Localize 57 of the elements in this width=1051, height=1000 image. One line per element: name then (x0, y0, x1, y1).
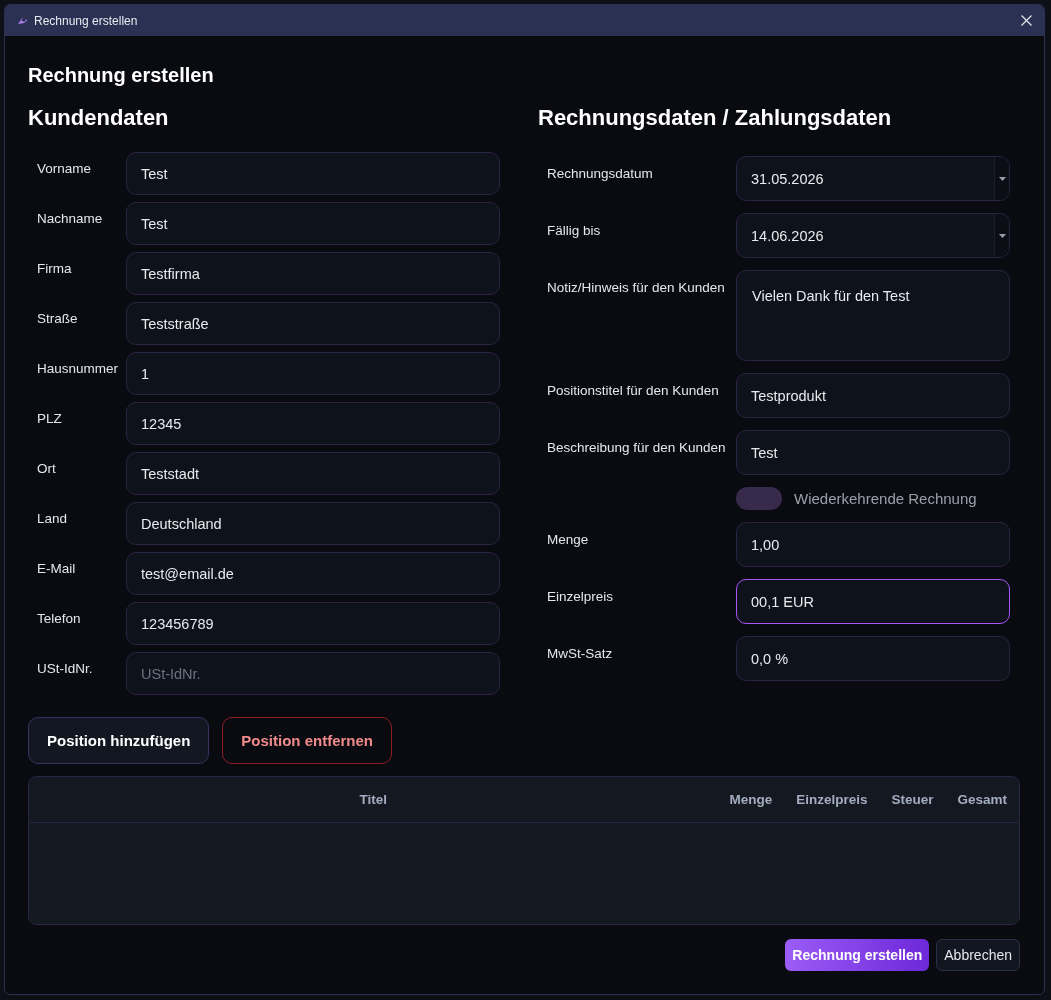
text-field[interactable]: 1,00 (736, 522, 1010, 567)
column-header[interactable]: Gesamt (945, 792, 1019, 807)
text-field[interactable]: Testfirma (126, 252, 500, 295)
field-label: Notiz/Hinweis für den Kunden (547, 279, 726, 297)
window-title: Rechnung erstellen (34, 13, 139, 28)
text-field[interactable]: Teststraße (126, 302, 500, 345)
add-position-button[interactable]: Position hinzufügen (28, 717, 210, 764)
field-label: Menge (547, 531, 590, 549)
remove-position-button[interactable]: Position entfernen (222, 717, 392, 764)
page-heading: Rechnung erstellen (28, 63, 215, 87)
text-field[interactable]: 12345 (126, 402, 500, 445)
field-label: Fällig bis (547, 222, 602, 240)
field-label: Beschreibung für den Kunden (547, 439, 727, 457)
text-field[interactable]: Testprodukt (736, 373, 1010, 418)
close-icon[interactable] (1021, 15, 1032, 26)
text-field[interactable]: 00,1 EUR (736, 579, 1010, 624)
field-label: Positionstitel für den Kunden (547, 382, 720, 400)
note-field[interactable]: Vielen Dank für den Test (736, 270, 1010, 361)
text-field[interactable]: 1 (126, 352, 500, 395)
field-label: MwSt-Satz (547, 645, 614, 663)
column-header[interactable]: Titel (29, 792, 718, 807)
text-field[interactable]: Deutschland (126, 502, 500, 545)
date-field[interactable]: 31.05.2026 (736, 156, 1010, 201)
field-label: Land (37, 510, 69, 528)
text-field[interactable]: test@email.de (126, 552, 500, 595)
text-field[interactable]: Test (736, 430, 1010, 475)
section-heading: Rechnungsdaten / Zahlungsdaten (538, 104, 893, 132)
text-field[interactable]: Teststadt (126, 452, 500, 495)
field-label: Ort (37, 460, 57, 478)
field-label: Hausnummer (37, 360, 120, 378)
column-header[interactable]: Menge (717, 792, 785, 807)
text-field[interactable]: 0,0 % (736, 636, 1010, 681)
field-label: Firma (37, 260, 73, 278)
toggle-label: Wiederkehrende Rechnung (794, 490, 977, 507)
field-label: Telefon (37, 610, 82, 628)
caret-icon[interactable] (998, 233, 1006, 238)
toggle-switch[interactable] (736, 487, 782, 510)
caret-icon[interactable] (998, 176, 1006, 181)
cancel-button[interactable]: Abbrechen (936, 939, 1020, 971)
create-invoice-button[interactable]: Rechnung erstellen (785, 939, 930, 971)
column-header[interactable]: Einzelpreis (784, 792, 880, 807)
field-label: Rechnungsdatum (547, 165, 654, 183)
field-label: Nachname (37, 210, 104, 228)
field-label: Straße (37, 310, 79, 328)
field-label: PLZ (37, 410, 63, 428)
field-label: E-Mail (37, 560, 77, 578)
field-label: Vorname (37, 160, 93, 178)
field-label: USt-IdNr. (37, 660, 94, 678)
column-header[interactable]: Steuer (879, 792, 946, 807)
date-field[interactable]: 14.06.2026 (736, 213, 1010, 258)
text-field[interactable]: USt-IdNr. (126, 652, 500, 695)
logo-icon (17, 16, 27, 25)
section-heading: Kundendaten (28, 104, 170, 132)
field-label: Einzelpreis (547, 588, 615, 606)
text-field[interactable]: Test (126, 152, 500, 195)
text-field[interactable]: Test (126, 202, 500, 245)
text-field[interactable]: 123456789 (126, 602, 500, 645)
